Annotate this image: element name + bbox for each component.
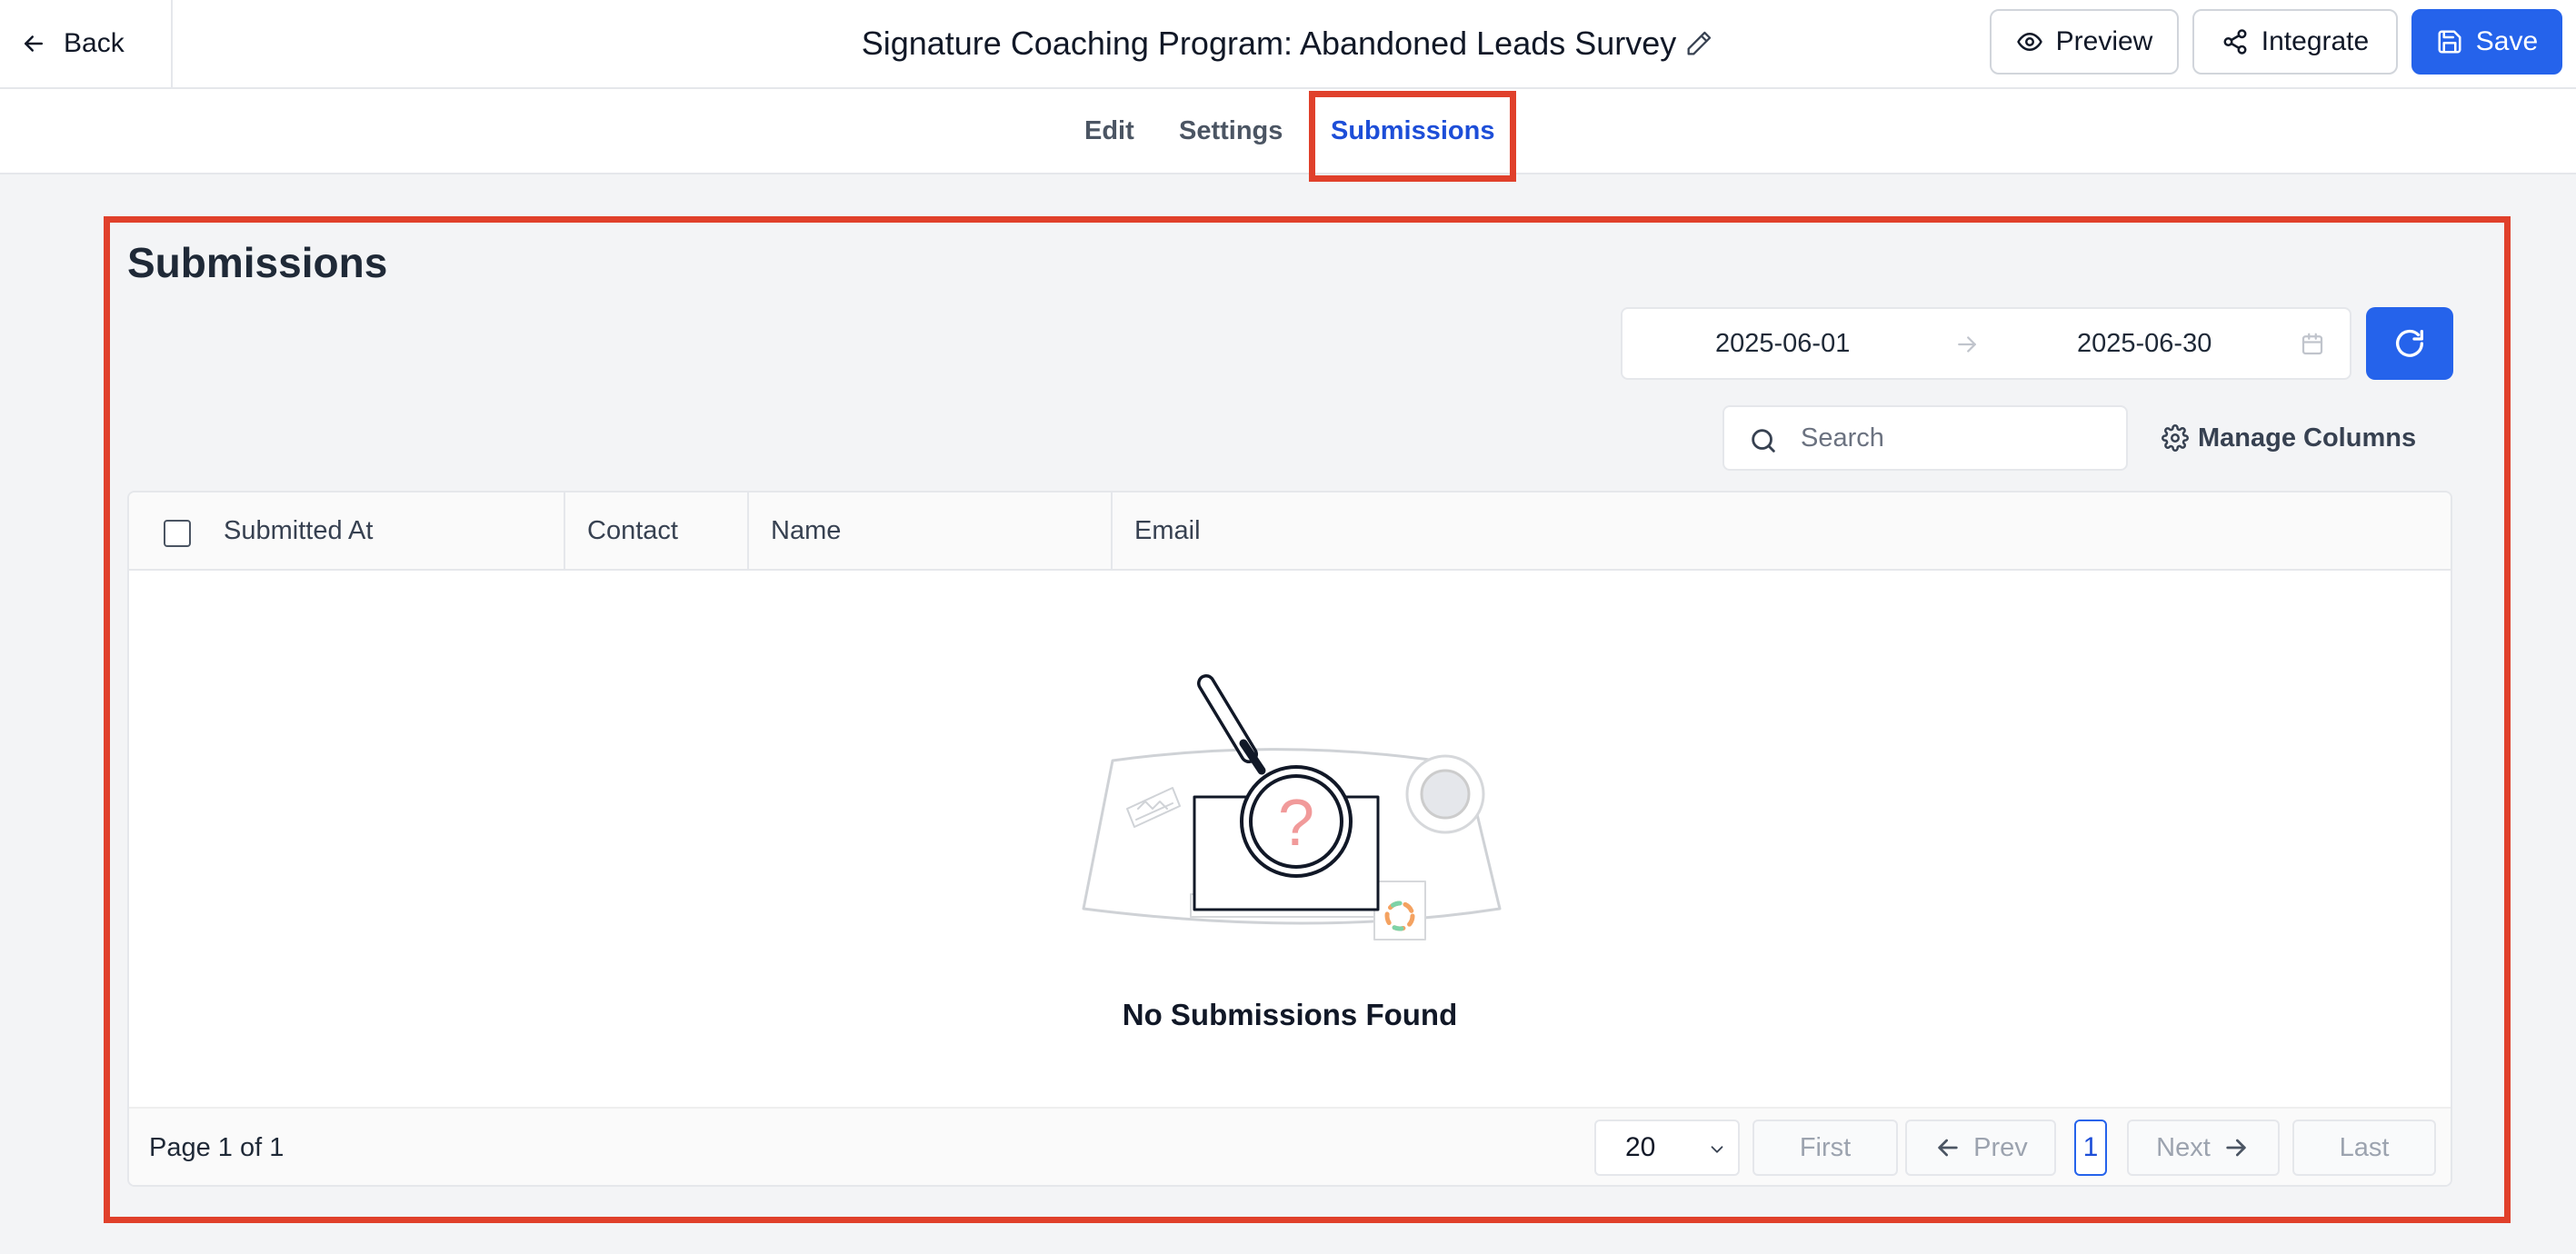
pencil-icon[interactable]	[1683, 28, 1714, 59]
integrate-label: Integrate	[2261, 26, 2370, 56]
next-label: Next	[2156, 1132, 2211, 1162]
search-box	[1722, 405, 2128, 471]
floppy-disk-icon	[2438, 30, 2461, 54]
search-input[interactable]	[1801, 407, 2110, 469]
column-header-submitted-at[interactable]: Submitted At	[224, 493, 373, 569]
arrow-left-icon	[1938, 1139, 1958, 1157]
prev-label: Prev	[1973, 1132, 2028, 1162]
last-label: Last	[2339, 1132, 2390, 1162]
refresh-button[interactable]	[2366, 307, 2453, 380]
search-icon	[1752, 429, 1775, 453]
empty-state-message: No Submissions Found	[1122, 998, 1458, 1031]
preview-label: Preview	[2055, 26, 2153, 56]
title-container: Signature Coaching Program: Abandoned Le…	[0, 0, 2576, 87]
empty-search-illustration: ?	[1082, 674, 1502, 940]
arrow-right-icon	[2226, 1139, 2246, 1157]
back-label: Back	[64, 28, 125, 58]
integrate-button[interactable]: Integrate	[2192, 9, 2398, 75]
arrow-left-icon	[25, 35, 43, 52]
tab-bar: Edit Settings Submissions	[0, 89, 2576, 174]
date-range-picker[interactable]: 2025-06-01 2025-06-30	[1621, 307, 2351, 380]
form-title: Signature Coaching Program: Abandoned Le…	[861, 25, 1677, 62]
date-end[interactable]: 2025-06-30	[2077, 309, 2212, 378]
svg-text:?: ?	[1278, 787, 1314, 860]
top-bar: Back Signature Coaching Program: Abandon…	[0, 0, 2576, 89]
page-title: Submissions	[127, 239, 388, 286]
calendar-icon	[2301, 333, 2323, 355]
page-info: Page 1 of 1	[149, 1132, 285, 1162]
eye-icon	[2016, 33, 2042, 51]
date-start[interactable]: 2025-06-01	[1715, 309, 1850, 378]
column-header-email[interactable]: Email	[1134, 493, 1201, 569]
page-number-button[interactable]: 1	[2074, 1120, 2107, 1176]
manage-columns-label: Manage Columns	[2198, 423, 2417, 453]
page-size-value: 20	[1625, 1132, 1656, 1162]
column-header-contact[interactable]: Contact	[587, 493, 678, 569]
column-divider	[1111, 493, 1113, 569]
preview-button[interactable]: Preview	[1990, 9, 2179, 75]
tab-settings[interactable]: Settings	[1179, 89, 1283, 173]
gear-icon	[2162, 424, 2189, 452]
tab-edit[interactable]: Edit	[1084, 89, 1134, 173]
first-label: First	[1799, 1132, 1852, 1162]
chevron-down-icon	[1711, 1146, 1723, 1153]
first-page-button[interactable]: First	[1752, 1120, 1898, 1176]
prev-page-button[interactable]: Prev	[1905, 1120, 2056, 1176]
next-page-button[interactable]: Next	[2127, 1120, 2280, 1176]
save-label: Save	[2475, 26, 2539, 56]
column-divider	[747, 493, 749, 569]
column-header-name[interactable]: Name	[771, 493, 841, 569]
pagination-bar: Page 1 of 1 20 First Prev 1 Next Last	[129, 1107, 2451, 1185]
tab-submissions[interactable]: Submissions	[1331, 89, 1495, 173]
column-divider	[564, 493, 565, 569]
back-button[interactable]: Back	[0, 0, 173, 87]
select-all-checkbox[interactable]	[164, 520, 191, 547]
submissions-table: Submitted At Contact Name Email ? No Sub…	[127, 491, 2452, 1187]
save-button[interactable]: Save	[2411, 9, 2562, 75]
manage-columns-button[interactable]: Manage Columns	[2162, 405, 2416, 471]
table-header: Submitted At Contact Name Email	[129, 493, 2451, 571]
share-icon	[2223, 29, 2247, 55]
refresh-icon	[2396, 329, 2423, 357]
last-page-button[interactable]: Last	[2292, 1120, 2436, 1176]
page-size-select[interactable]: 20	[1594, 1120, 1740, 1176]
arrow-right-icon	[1958, 336, 1976, 353]
